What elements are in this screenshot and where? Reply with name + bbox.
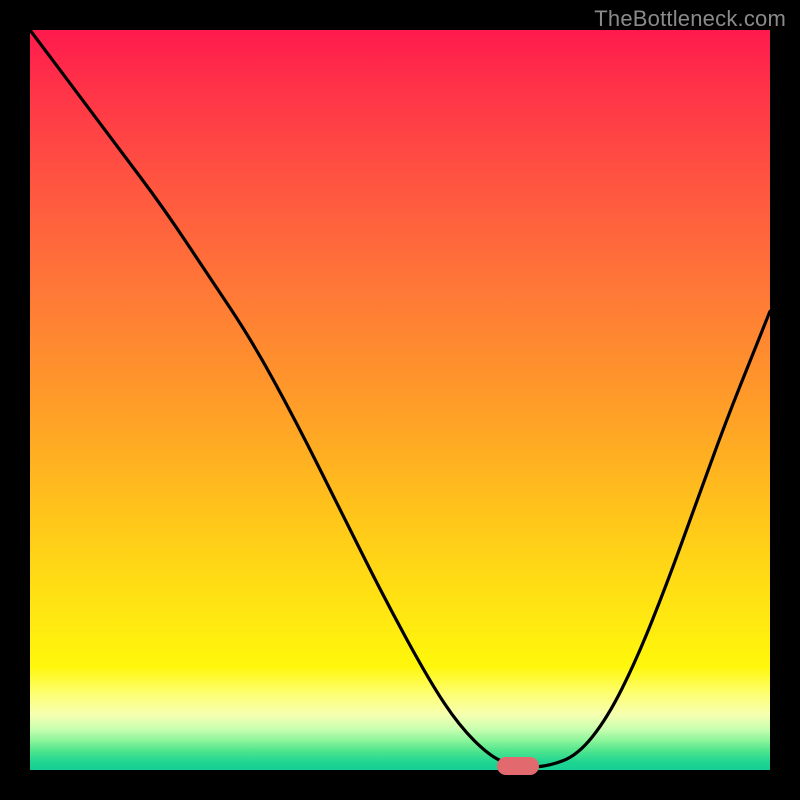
chart-plot-area <box>30 30 770 770</box>
optimal-point-marker <box>497 757 539 775</box>
chart-frame: TheBottleneck.com <box>0 0 800 800</box>
watermark-text: TheBottleneck.com <box>594 6 786 32</box>
bottleneck-curve <box>30 30 770 770</box>
